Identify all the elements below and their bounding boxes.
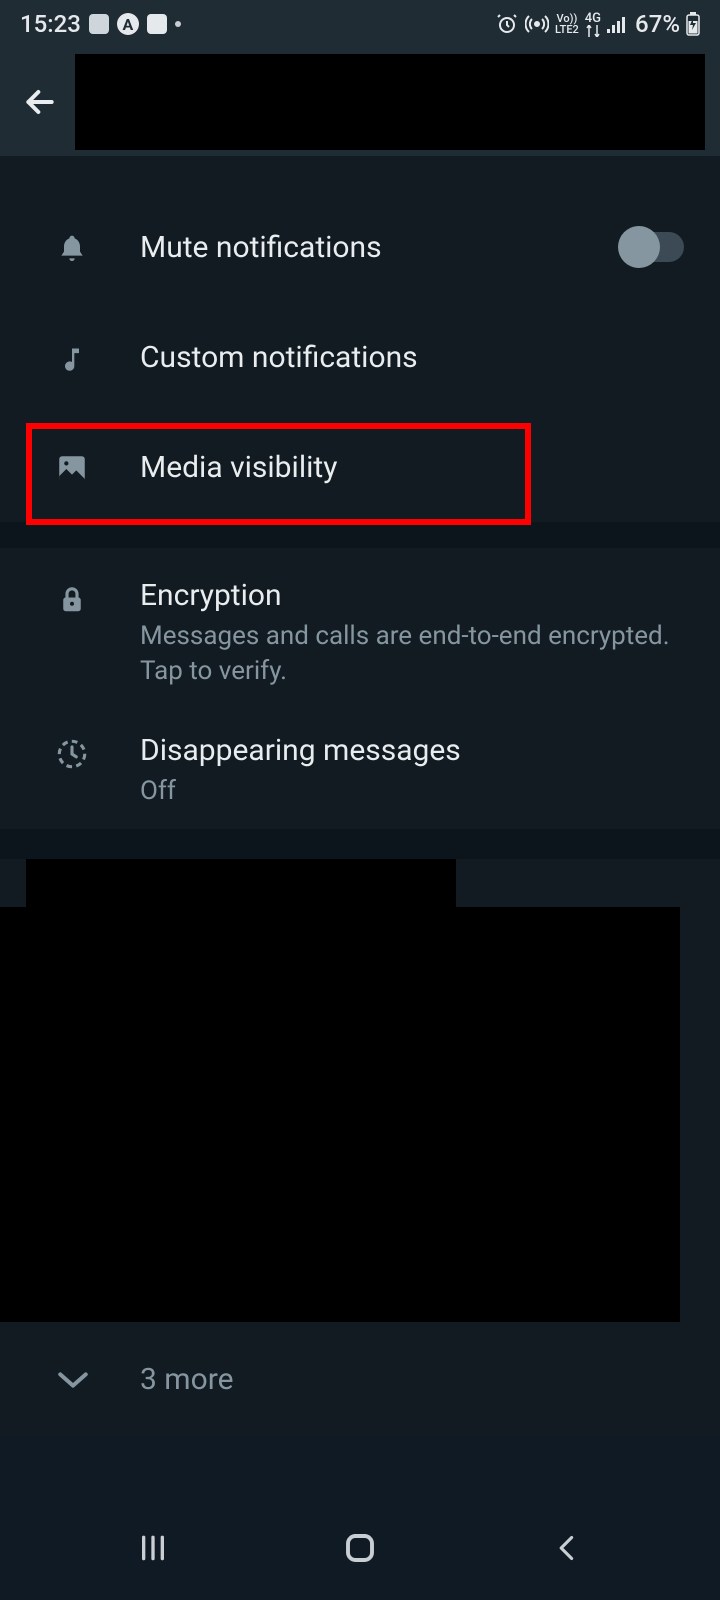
status-app-icon: [89, 14, 109, 34]
system-nav-bar: [0, 1496, 720, 1600]
encryption-row[interactable]: Encryption Messages and calls are end-to…: [0, 548, 720, 709]
nav-back-button[interactable]: [507, 1532, 627, 1564]
status-bar: 15:23 A Vo)) LTE2 4G 67%: [0, 0, 720, 48]
media-label: Media visibility: [140, 450, 690, 485]
media-heading-redacted: [26, 859, 456, 907]
mute-label: Mute notifications: [140, 230, 622, 265]
alarm-icon: [495, 12, 519, 36]
mute-notifications-row[interactable]: Mute notifications: [0, 192, 720, 302]
contact-title-redacted: [75, 54, 705, 150]
media-section: 3 more: [0, 859, 720, 1437]
section-divider: [0, 522, 720, 548]
toggle-knob: [618, 226, 660, 268]
nav-home-button[interactable]: [300, 1530, 420, 1566]
battery-text: 67%: [635, 10, 680, 38]
more-row[interactable]: 3 more: [0, 1322, 720, 1437]
signal-icon: [607, 15, 629, 33]
status-time: 15:23: [20, 10, 81, 38]
music-note-icon: [54, 337, 90, 377]
chevron-down-icon: [56, 1369, 90, 1391]
bell-icon: [54, 227, 90, 267]
app-bar: [0, 48, 720, 156]
volte-icon: Vo)) LTE2: [555, 13, 579, 35]
encryption-sub: Messages and calls are end-to-end encryp…: [140, 619, 690, 689]
network-type: 4G: [585, 12, 601, 37]
status-more-dot-icon: [175, 21, 181, 27]
custom-label: Custom notifications: [140, 340, 690, 375]
disappearing-sub: Off: [140, 774, 690, 809]
security-section: Encryption Messages and calls are end-to…: [0, 548, 720, 829]
lock-icon: [54, 578, 90, 618]
encryption-label: Encryption: [140, 578, 690, 613]
nav-recent-button[interactable]: [93, 1532, 213, 1564]
disappearing-label: Disappearing messages: [140, 733, 690, 768]
custom-notifications-row[interactable]: Custom notifications: [0, 302, 720, 412]
media-visibility-row[interactable]: Media visibility: [0, 412, 720, 522]
media-thumbnails-redacted[interactable]: [0, 907, 680, 1322]
status-app-icon: [147, 14, 167, 34]
battery-charging-icon: [686, 12, 700, 36]
image-icon: [54, 448, 90, 486]
disappearing-messages-row[interactable]: Disappearing messages Off: [0, 709, 720, 829]
mute-toggle[interactable]: [622, 232, 684, 262]
section-gap: [0, 156, 720, 192]
status-app-icon: A: [117, 13, 139, 35]
back-button[interactable]: [10, 72, 70, 132]
more-label: 3 more: [140, 1362, 234, 1397]
timer-icon: [54, 733, 90, 771]
notification-section: Mute notifications Custom notifications …: [0, 192, 720, 522]
hotspot-icon: [525, 12, 549, 36]
section-divider: [0, 829, 720, 859]
